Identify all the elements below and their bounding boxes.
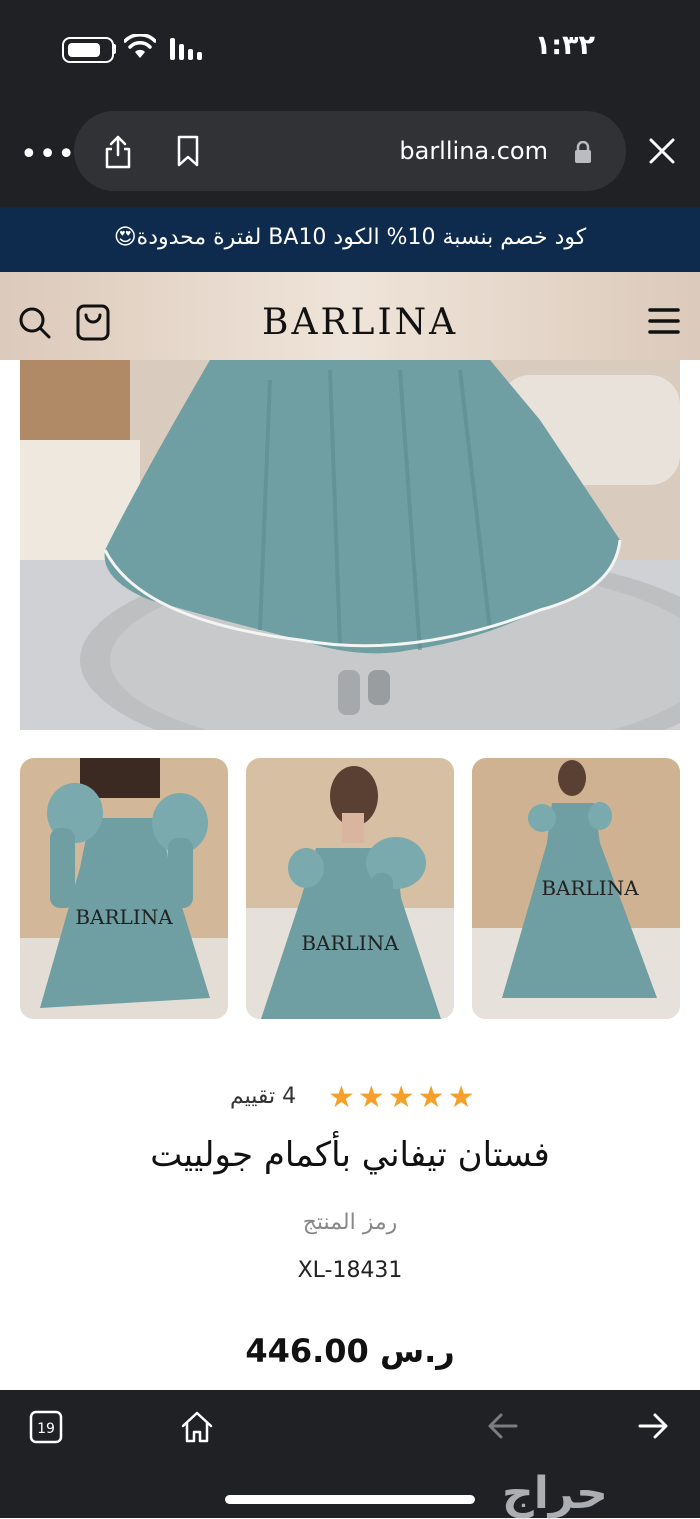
product-title: فستان تيفاني بأكمام جولييت bbox=[150, 1135, 550, 1175]
site-logo[interactable]: BARLINA bbox=[262, 302, 458, 343]
url-text: barllina.com bbox=[399, 137, 548, 165]
promo-banner: كود خصم بنسبة 10% الكود BA10 لفترة محدود… bbox=[0, 207, 700, 272]
tab-count: 19 bbox=[37, 1421, 55, 1437]
thumbnail-watermark: BARLINA bbox=[75, 905, 173, 929]
sku-label: رمز المنتج bbox=[302, 1210, 398, 1235]
home-icon[interactable] bbox=[180, 1410, 214, 1444]
battery-cap bbox=[112, 44, 116, 54]
back-icon[interactable] bbox=[488, 1412, 518, 1440]
product-thumbnail-3[interactable]: BARLINA bbox=[472, 758, 680, 1019]
home-indicator bbox=[225, 1495, 475, 1504]
search-icon[interactable] bbox=[18, 306, 52, 340]
lock-icon bbox=[575, 141, 591, 163]
cart-icon[interactable] bbox=[76, 304, 110, 342]
browser-toolbar: ••• barllina.com bbox=[0, 95, 700, 207]
wifi-icon bbox=[124, 34, 156, 58]
product-thumbnail-1[interactable]: BARLINA bbox=[20, 758, 228, 1019]
share-icon[interactable] bbox=[104, 135, 132, 169]
bookmark-icon[interactable] bbox=[176, 135, 200, 167]
menu-icon[interactable] bbox=[648, 307, 680, 335]
browser-bottom-toolbar: 19 حراج bbox=[0, 1390, 700, 1519]
product-main-image[interactable] bbox=[20, 360, 680, 730]
rating-stars: ★★★★★ bbox=[328, 1080, 478, 1115]
more-options-icon[interactable]: ••• bbox=[20, 137, 76, 172]
battery-icon bbox=[62, 37, 114, 63]
clock: ١:٣٢ bbox=[534, 30, 595, 61]
product-thumbnail-2[interactable]: BARLINA bbox=[246, 758, 454, 1019]
close-icon[interactable] bbox=[648, 137, 676, 165]
rating-count: 4 تقييم bbox=[230, 1084, 297, 1109]
thumbnail-watermark: BARLINA bbox=[541, 876, 639, 900]
product-price: 446.00 ر.س bbox=[245, 1332, 455, 1370]
product-rating[interactable]: ★★★★★ 4 تقييم bbox=[0, 1080, 700, 1120]
haraj-watermark: حراج bbox=[502, 1468, 608, 1519]
site-header: BARLINA bbox=[0, 272, 700, 360]
tabs-icon[interactable]: 19 bbox=[29, 1410, 63, 1444]
thumbnail-watermark: BARLINA bbox=[301, 931, 399, 955]
sku-value: XL-18431 bbox=[297, 1258, 403, 1283]
status-bar: ١:٣٢ bbox=[0, 0, 700, 95]
address-bar[interactable]: barllina.com bbox=[74, 111, 626, 191]
forward-icon[interactable] bbox=[638, 1412, 668, 1440]
signal-icon bbox=[170, 38, 202, 60]
